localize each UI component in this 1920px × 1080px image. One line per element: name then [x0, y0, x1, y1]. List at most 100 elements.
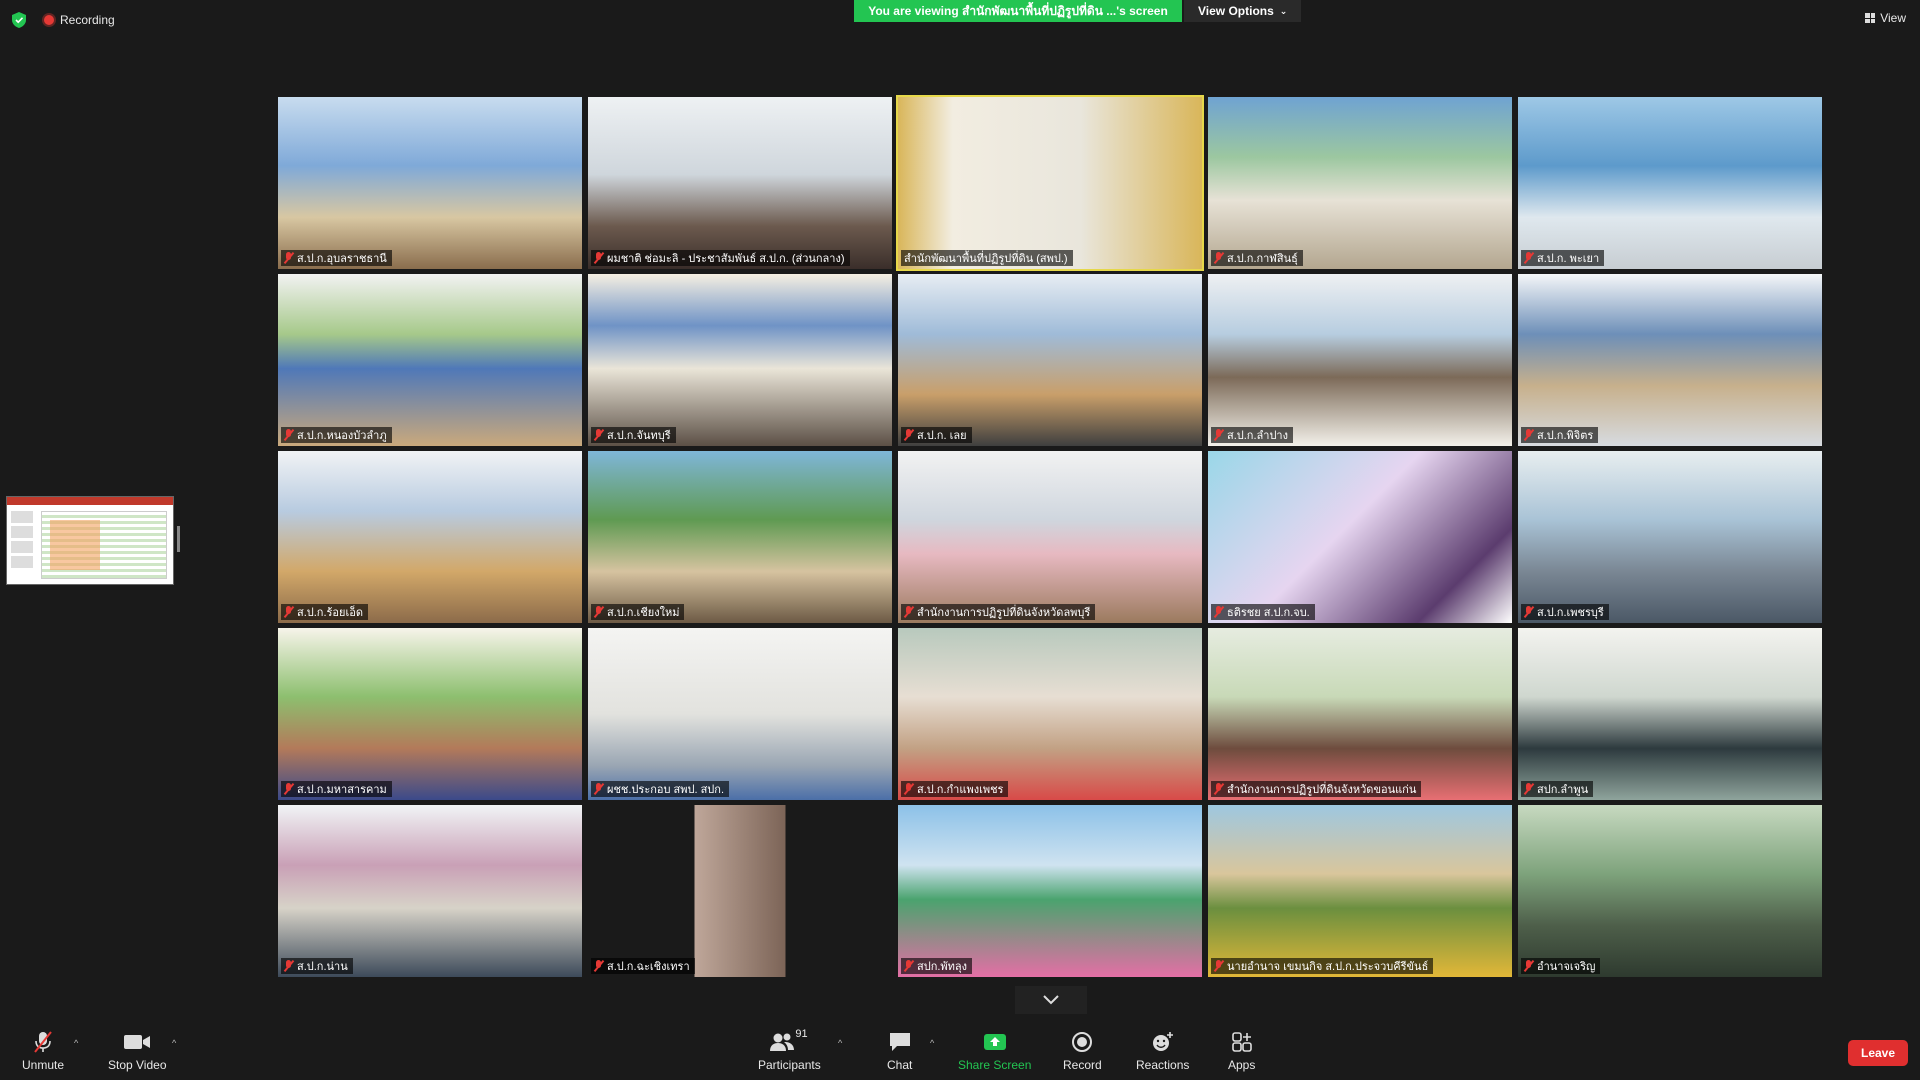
participant-video-feed [1208, 451, 1512, 623]
recording-indicator[interactable]: Recording [44, 13, 115, 27]
participant-name-tag: สปก.ลำพูน [1521, 781, 1594, 797]
participant-name-tag: สำนักงานการปฏิรูปที่ดินจังหวัดลพบุรี [901, 604, 1096, 620]
participant-name-tag: ส.ป.ก.กาฬสินธุ์ [1211, 250, 1303, 266]
participant-video-feed [278, 451, 582, 623]
participant-name-tag: ส.ป.ก.ลำปาง [1211, 427, 1293, 443]
apps-button[interactable]: Apps [1228, 1030, 1255, 1072]
participant-name: ส.ป.ก.หนองบัวลำภู [297, 430, 387, 442]
microphone-muted-icon [594, 960, 603, 972]
participant-video-tile[interactable]: ส.ป.ก.เพชรบุรี [1518, 451, 1822, 623]
participant-video-feed [898, 451, 1202, 623]
participant-name: สำนักงานการปฏิรูปที่ดินจังหวัดลพบุรี [917, 607, 1091, 619]
participant-video-tile[interactable]: ส.ป.ก.หนองบัวลำภู [278, 274, 582, 446]
view-options-button[interactable]: View Options ⌄ [1184, 0, 1302, 22]
participant-video-tile[interactable]: สำนักงานการปฏิรูปที่ดินจังหวัดขอนแก่น [1208, 628, 1512, 800]
participant-video-tile[interactable]: สปก.พัทลุง [898, 805, 1202, 977]
participant-video-tile[interactable]: ส.ป.ก. พะเยา [1518, 97, 1822, 269]
participant-name-tag: ส.ป.ก.พิจิตร [1521, 427, 1599, 443]
participant-video-tile[interactable]: ส.ป.ก.ฉะเชิงเทรา [588, 805, 892, 977]
participant-video-tile[interactable]: ส.ป.ก.เชียงใหม่ [588, 451, 892, 623]
microphone-muted-icon [1524, 252, 1533, 264]
thumbnail-resize-handle[interactable] [177, 526, 180, 552]
encryption-shield-icon[interactable] [12, 12, 26, 28]
participant-name: ส.ป.ก.จันทบุรี [607, 430, 671, 442]
microphone-muted-icon [594, 606, 603, 618]
participant-video-feed [898, 274, 1202, 446]
top-left-status: Recording [12, 10, 115, 30]
participant-name-tag: สปก.พัทลุง [901, 958, 973, 974]
participant-video-tile[interactable]: ส.ป.ก.กาฬสินธุ์ [1208, 97, 1512, 269]
participant-name-tag: ผมชาติ ช่อมะลิ - ประชาสัมพันธ์ ส.ป.ก. (ส… [591, 250, 850, 266]
participant-name: ส.ป.ก.กาฬสินธุ์ [1227, 253, 1298, 265]
participant-name: นายอำนาจ เขมนกิจ ส.ป.ก.ประจวบคีรีขันธ์ [1227, 961, 1429, 973]
participant-video-tile[interactable]: ส.ป.ก.กำแพงเพชร [898, 628, 1202, 800]
participant-name-tag: ส.ป.ก. พะเยา [1521, 250, 1605, 266]
participant-name-tag: ส.ป.ก.น่าน [281, 958, 353, 974]
participant-name: อำนาจเจริญ [1537, 961, 1596, 973]
participant-name-tag: ส.ป.ก.หนองบัวลำภู [281, 427, 392, 443]
participant-name: ส.ป.ก.พิจิตร [1537, 430, 1594, 442]
microphone-muted-icon [1524, 783, 1533, 795]
participant-video-tile[interactable]: ผชช.ประกอบ สพป. สปก. [588, 628, 892, 800]
participant-name: ผชช.ประกอบ สพป. สปก. [607, 784, 725, 796]
apps-label: Apps [1228, 1058, 1256, 1072]
participant-video-feed [278, 274, 582, 446]
gallery-scroll-down-button[interactable] [1015, 986, 1087, 1014]
participant-name: ส.ป.ก. เลย [917, 430, 967, 442]
participant-video-tile[interactable]: ส.ป.ก.พิจิตร [1518, 274, 1822, 446]
participant-video-feed [1208, 805, 1512, 977]
audio-options-caret-icon[interactable]: ^ [74, 1038, 78, 1048]
participant-video-tile[interactable]: ส.ป.ก.จันทบุรี [588, 274, 892, 446]
video-camera-icon [124, 1035, 151, 1049]
view-button[interactable]: View [1865, 11, 1906, 25]
participant-video-tile[interactable]: ส.ป.ก. เลย [898, 274, 1202, 446]
participant-name-tag: ส.ป.ก.กำแพงเพชร [901, 781, 1009, 797]
participant-video-feed [1518, 97, 1822, 269]
stop-video-button[interactable]: Stop Video [108, 1030, 167, 1072]
participant-name: ส.ป.ก.ร้อยเอ็ด [297, 607, 363, 619]
participant-video-feed [588, 805, 892, 977]
participant-video-tile[interactable]: อำนาจเจริญ [1518, 805, 1822, 977]
participants-options-caret-icon[interactable]: ^ [838, 1038, 842, 1048]
microphone-muted-icon [284, 960, 293, 972]
participant-video-tile[interactable]: ผมชาติ ช่อมะลิ - ประชาสัมพันธ์ ส.ป.ก. (ส… [588, 97, 892, 269]
video-options-caret-icon[interactable]: ^ [172, 1038, 176, 1048]
participant-name-tag: สำนักงานการปฏิรูปที่ดินจังหวัดขอนแก่น [1211, 781, 1422, 797]
participant-video-tile[interactable]: สปก.ลำพูน [1518, 628, 1822, 800]
shared-screen-thumbnail[interactable] [6, 496, 174, 585]
unmute-button[interactable]: Unmute [22, 1030, 64, 1072]
participant-video-feed [278, 805, 582, 977]
record-icon [1072, 1032, 1093, 1052]
share-screen-label: Share Screen [958, 1058, 1032, 1072]
chat-bubble-icon [889, 1033, 910, 1051]
participant-name: ส.ป.ก.เชียงใหม่ [607, 607, 680, 619]
chat-options-caret-icon[interactable]: ^ [930, 1038, 934, 1048]
participant-name-tag: ส.ป.ก.ร้อยเอ็ด [281, 604, 368, 620]
participant-video-feed [588, 274, 892, 446]
participant-video-tile[interactable]: ส.ป.ก.ลำปาง [1208, 274, 1512, 446]
microphone-muted-icon [1214, 252, 1223, 264]
participant-video-tile[interactable]: ธติรชย ส.ป.ก.จบ. [1208, 451, 1512, 623]
participant-name: ส.ป.ก. พะเยา [1537, 253, 1600, 265]
participant-video-tile[interactable]: สำนักพัฒนาพื้นที่ปฏิรูปที่ดิน (สพป.) [896, 95, 1204, 271]
participant-video-tile[interactable]: ส.ป.ก.ร้อยเอ็ด [278, 451, 582, 623]
microphone-muted-icon [1214, 606, 1223, 618]
apps-icon [1231, 1032, 1252, 1052]
participant-name-tag: นายอำนาจ เขมนกิจ ส.ป.ก.ประจวบคีรีขันธ์ [1211, 958, 1434, 974]
participant-video-tile[interactable]: สำนักงานการปฏิรูปที่ดินจังหวัดลพบุรี [898, 451, 1202, 623]
participant-video-tile[interactable]: ส.ป.ก.น่าน [278, 805, 582, 977]
participant-video-tile[interactable]: ส.ป.ก.มหาสารคาม [278, 628, 582, 800]
participant-video-tile[interactable]: ส.ป.ก.อุบลราชธานี [278, 97, 582, 269]
share-screen-button[interactable]: Share Screen [958, 1030, 1031, 1072]
share-screen-icon [983, 1034, 1006, 1050]
leave-button[interactable]: Leave [1848, 1040, 1908, 1066]
reactions-button[interactable]: Reactions [1136, 1030, 1189, 1072]
reactions-emoji-icon [1152, 1032, 1173, 1051]
participant-video-tile[interactable]: นายอำนาจ เขมนกิจ ส.ป.ก.ประจวบคีรีขันธ์ [1208, 805, 1512, 977]
meeting-toolbar: Unmute ^ Stop Video ^ 91 Participants ^ [0, 1024, 1920, 1080]
microphone-muted-icon [904, 429, 913, 441]
participant-name-tag: ส.ป.ก.ฉะเชิงเทรา [591, 958, 695, 974]
record-button[interactable]: Record [1063, 1030, 1102, 1072]
chat-button[interactable]: Chat [887, 1030, 912, 1072]
participants-button[interactable]: 91 Participants [758, 1028, 821, 1072]
